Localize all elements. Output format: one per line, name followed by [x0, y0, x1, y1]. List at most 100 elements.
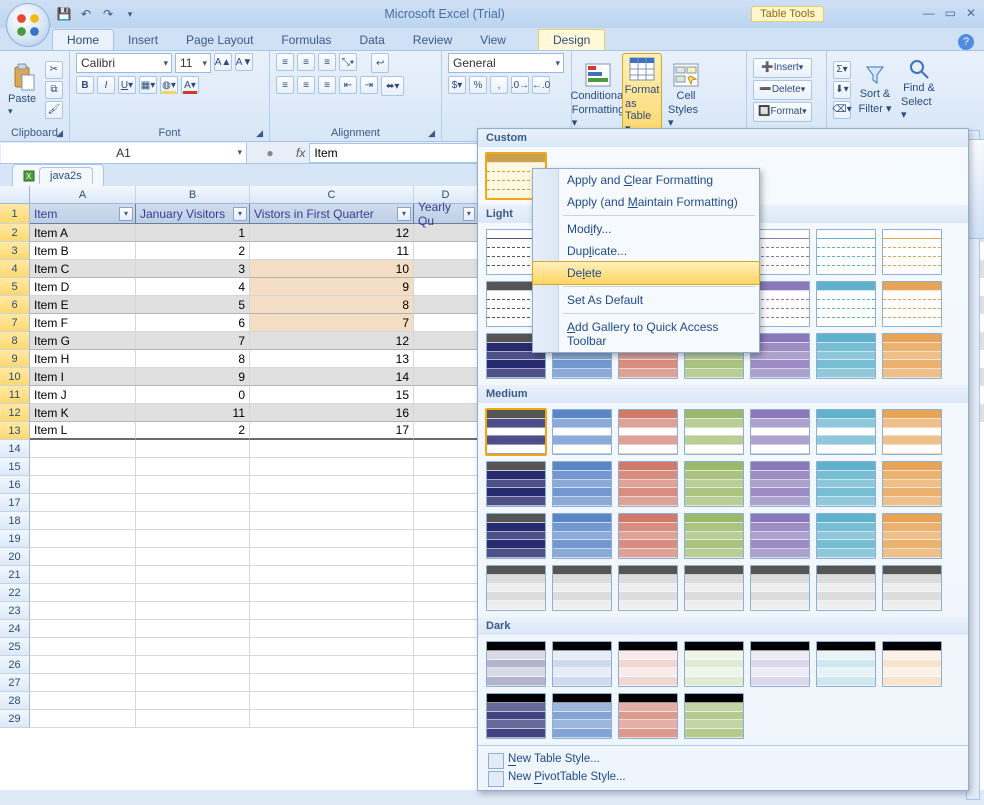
- align-right-icon[interactable]: ≡: [318, 76, 336, 94]
- cell[interactable]: [136, 458, 250, 476]
- row-header[interactable]: 24: [0, 620, 30, 638]
- table-style-thumb[interactable]: [816, 409, 876, 455]
- cell[interactable]: 2: [136, 422, 250, 440]
- table-style-thumb[interactable]: [816, 513, 876, 559]
- row-header[interactable]: 25: [0, 638, 30, 656]
- table-header-a[interactable]: Item▾: [30, 204, 136, 224]
- cell[interactable]: 11: [250, 242, 414, 260]
- table-style-thumb[interactable]: [882, 409, 942, 455]
- cell[interactable]: [136, 602, 250, 620]
- cell[interactable]: 0: [136, 386, 250, 404]
- name-box[interactable]: A1: [1, 143, 247, 163]
- table-style-thumb[interactable]: [882, 281, 942, 327]
- cell[interactable]: [414, 332, 478, 350]
- table-style-thumb[interactable]: [684, 409, 744, 455]
- cell[interactable]: Item C: [30, 260, 136, 278]
- cell[interactable]: [250, 548, 414, 566]
- cell[interactable]: [250, 440, 414, 458]
- shrink-font-icon[interactable]: A▼: [235, 53, 253, 71]
- filter-dropdown-icon[interactable]: ▾: [397, 207, 411, 221]
- table-style-thumb[interactable]: [486, 461, 546, 507]
- cell[interactable]: 3: [136, 260, 250, 278]
- cell[interactable]: Item H: [30, 350, 136, 368]
- table-style-thumb[interactable]: [486, 693, 546, 739]
- cell[interactable]: [414, 476, 478, 494]
- insert-cells-button[interactable]: ➕ Insert: [753, 58, 812, 78]
- row-header[interactable]: 4: [0, 260, 30, 278]
- orientation-icon[interactable]: ⤡▾: [339, 53, 357, 71]
- qat-save-icon[interactable]: 💾: [56, 6, 72, 22]
- cell[interactable]: 4: [136, 278, 250, 296]
- underline-button[interactable]: U▾: [118, 76, 136, 94]
- conditional-formatting-button[interactable]: ConditionalFormatting ▾: [578, 60, 618, 131]
- italic-button[interactable]: I: [97, 76, 115, 94]
- table-style-thumb[interactable]: [816, 333, 876, 379]
- table-style-thumb[interactable]: [552, 693, 612, 739]
- table-style-thumb[interactable]: [618, 693, 678, 739]
- cell[interactable]: [30, 692, 136, 710]
- table-style-thumb[interactable]: [882, 229, 942, 275]
- table-style-thumb[interactable]: [816, 281, 876, 327]
- cell[interactable]: [30, 476, 136, 494]
- cell[interactable]: 8: [136, 350, 250, 368]
- row-header[interactable]: 23: [0, 602, 30, 620]
- cell[interactable]: [136, 476, 250, 494]
- cell[interactable]: [414, 638, 478, 656]
- merge-center-button[interactable]: ⬌▾: [381, 76, 404, 96]
- cell[interactable]: [30, 674, 136, 692]
- col-header-b[interactable]: B: [136, 186, 250, 204]
- cut-icon[interactable]: ✂: [45, 61, 63, 79]
- table-style-thumb[interactable]: [618, 513, 678, 559]
- wrap-text-button[interactable]: ↩: [371, 53, 389, 73]
- cell[interactable]: [30, 566, 136, 584]
- table-style-thumb[interactable]: [618, 461, 678, 507]
- cell[interactable]: 5: [136, 296, 250, 314]
- cell[interactable]: 10: [250, 260, 414, 278]
- increase-decimal-icon[interactable]: .0→: [511, 76, 529, 94]
- table-style-thumb[interactable]: [882, 513, 942, 559]
- tab-view[interactable]: View: [466, 30, 520, 50]
- cell[interactable]: 7: [250, 314, 414, 332]
- table-style-thumb[interactable]: [882, 333, 942, 379]
- cell[interactable]: [414, 278, 478, 296]
- office-button[interactable]: [6, 3, 50, 47]
- table-style-thumb[interactable]: [618, 641, 678, 687]
- table-style-thumb[interactable]: [684, 641, 744, 687]
- row-header[interactable]: 11: [0, 386, 30, 404]
- row-header[interactable]: 17: [0, 494, 30, 512]
- cell[interactable]: [136, 512, 250, 530]
- cell[interactable]: Item I: [30, 368, 136, 386]
- filter-dropdown-icon[interactable]: ▾: [463, 207, 475, 221]
- ctx-set-default[interactable]: Set As Default: [533, 289, 759, 311]
- cell[interactable]: [250, 620, 414, 638]
- cell[interactable]: [136, 710, 250, 728]
- row-header[interactable]: 16: [0, 476, 30, 494]
- cell[interactable]: [30, 512, 136, 530]
- cell[interactable]: 12: [250, 332, 414, 350]
- table-style-thumb[interactable]: [750, 409, 810, 455]
- cell[interactable]: [414, 350, 478, 368]
- table-style-thumb[interactable]: [684, 513, 744, 559]
- table-style-thumb[interactable]: [552, 513, 612, 559]
- row-header[interactable]: 29: [0, 710, 30, 728]
- tab-formulas[interactable]: Formulas: [267, 30, 345, 50]
- cell[interactable]: [250, 674, 414, 692]
- cell[interactable]: [414, 314, 478, 332]
- cell[interactable]: [136, 440, 250, 458]
- cell[interactable]: [414, 242, 478, 260]
- format-cells-button[interactable]: 🔲 Format: [753, 102, 812, 122]
- cell[interactable]: Item L: [30, 422, 136, 440]
- cell[interactable]: [250, 512, 414, 530]
- cell[interactable]: [136, 674, 250, 692]
- cell[interactable]: [414, 494, 478, 512]
- align-bottom-icon[interactable]: ≡: [318, 53, 336, 71]
- workbook-window-tab[interactable]: Xjava2s: [12, 164, 104, 186]
- cell[interactable]: [136, 530, 250, 548]
- format-painter-icon[interactable]: 🖌: [45, 101, 63, 119]
- cell[interactable]: Item A: [30, 224, 136, 242]
- font-size-combo[interactable]: 11: [175, 53, 211, 73]
- cell[interactable]: [30, 458, 136, 476]
- table-style-thumb[interactable]: [816, 565, 876, 611]
- cell[interactable]: Item B: [30, 242, 136, 260]
- cell[interactable]: [414, 710, 478, 728]
